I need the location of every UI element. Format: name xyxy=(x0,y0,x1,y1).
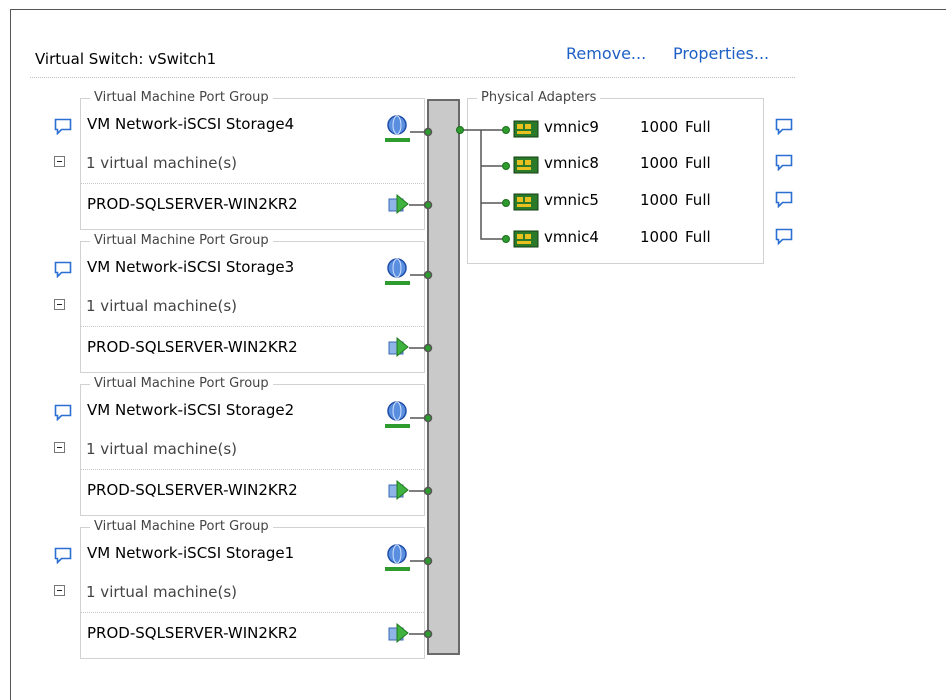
virtual-machine-icon xyxy=(388,336,409,358)
network-card-icon xyxy=(513,120,539,138)
network-globe-icon xyxy=(385,401,410,428)
virtual-machine-icon xyxy=(388,479,409,501)
network-globe-icon xyxy=(385,544,410,571)
virtual-machine-icon xyxy=(388,622,409,644)
uplink-dots xyxy=(456,126,510,243)
uplink-connectors xyxy=(458,129,506,240)
network-globe-icon xyxy=(385,258,410,285)
network-card-icon xyxy=(513,156,539,174)
network-card-icon xyxy=(513,193,539,211)
connector-overlay xyxy=(385,115,539,644)
virtual-machine-icon xyxy=(388,193,409,215)
network-card-icon xyxy=(513,230,539,248)
network-globe-icon xyxy=(385,115,410,142)
